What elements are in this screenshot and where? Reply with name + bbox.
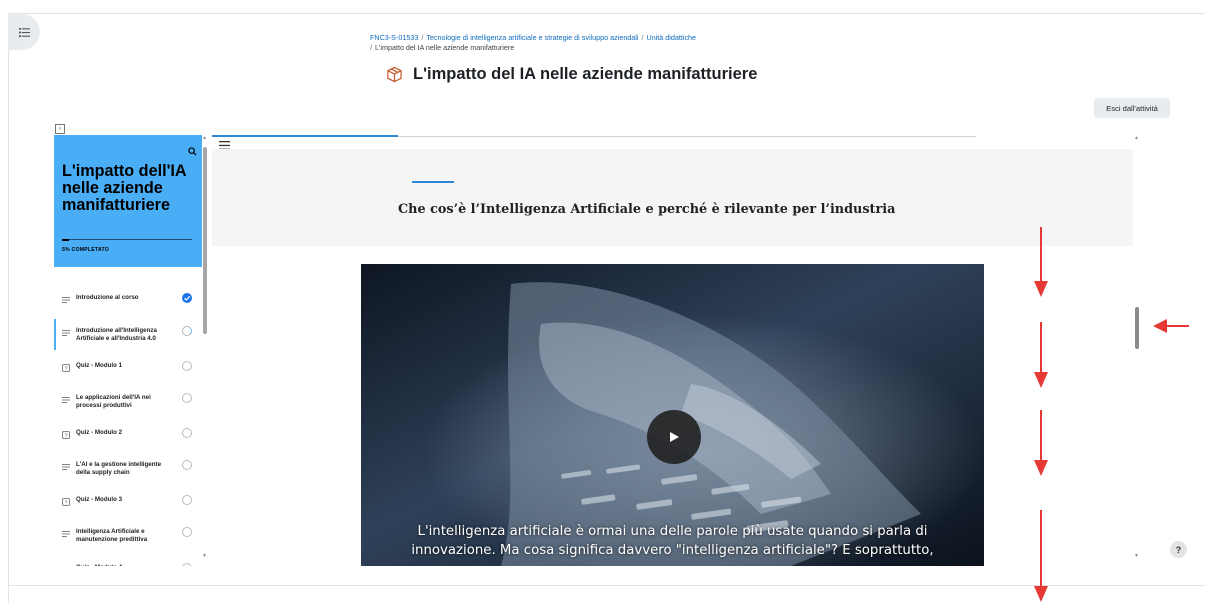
progress-bar (62, 238, 192, 241)
sidebar-item-label: Le applicazioni dell'IA nei processi pro… (76, 394, 151, 409)
annotation-arrow-down-icon (1034, 510, 1048, 602)
breadcrumb: FNC3-S-01533/Tecnologie di intelligenza … (370, 33, 697, 52)
scroll-up-arrow-icon[interactable]: ▲ (1134, 135, 1139, 141)
not-started-status-icon (182, 495, 192, 505)
sidebar-title: L'impatto dell'IA nelle aziende manifatt… (62, 162, 187, 214)
sidebar-item-quiz[interactable]: ? Quiz - Modulo 2 (54, 427, 202, 447)
frame-left-border (8, 13, 9, 603)
help-button[interactable]: ? (1170, 541, 1187, 558)
sidebar-item-label: Intelligenza Artificiale e manutenzione … (76, 528, 148, 543)
svg-text:?: ? (64, 366, 67, 372)
breadcrumb-course-code[interactable]: FNC3-S-01533 (370, 33, 418, 42)
sidebar-item-label: Introduzione all'Intelligenza Artificial… (76, 327, 157, 342)
section-accent-line (412, 181, 454, 183)
sidebar-item-quiz[interactable]: ? Quiz - Modulo 1 (54, 360, 202, 380)
annotation-arrow-left-icon (1153, 319, 1189, 333)
sidebar-item-label: Quiz - Modulo 1 (76, 362, 123, 369)
sidebar-item-quiz[interactable]: ? Quiz - Modulo 3 (54, 494, 202, 514)
active-item-indicator (54, 319, 56, 350)
scroll-up-arrow-icon[interactable]: ▲ (202, 135, 207, 141)
video-caption: L'intelligenza artificiale è ormai una d… (411, 524, 934, 558)
in-progress-status-icon (182, 326, 192, 336)
completed-check-icon (182, 293, 192, 303)
lesson-page-icon (62, 464, 70, 470)
sidebar-item-label: L'AI e la gestione intelligente della su… (76, 461, 162, 476)
breadcrumb-course-name[interactable]: Tecnologie di intelligenza artificiale e… (426, 33, 638, 42)
lesson-page-icon (62, 397, 70, 403)
quiz-icon: ? (62, 431, 70, 439)
scroll-down-arrow-icon[interactable]: ▼ (202, 553, 207, 559)
section-header: Che cos’è l’Intelligenza Artificiale e p… (212, 149, 1133, 246)
course-index-toggle[interactable] (8, 14, 40, 50)
cube-package-icon (387, 66, 402, 83)
sidebar-scrollbar[interactable]: ▲ ▼ (202, 135, 209, 566)
sidebar-scrollbar-thumb[interactable] (203, 147, 207, 334)
not-started-status-icon (182, 428, 192, 438)
not-started-status-icon (182, 361, 192, 371)
sidebar-item-quiz[interactable]: ?Quiz - Modulo 4 (54, 562, 202, 566)
search-icon[interactable] (188, 147, 197, 156)
sidebar-item-lesson[interactable]: Introduzione all'Intelligenza Artificial… (54, 319, 202, 350)
page-title-text: L'impatto del IA nelle aziende manifattu… (413, 65, 758, 83)
svg-text:?: ? (64, 500, 67, 506)
sidebar-item-lesson[interactable]: Introduzione al corso (54, 292, 202, 312)
list-icon (18, 27, 30, 37)
exit-activity-button[interactable]: Esci dall'attività (1094, 98, 1170, 118)
sidebar-item-label: Quiz - Modulo 2 (76, 429, 123, 436)
frame-bottom-border (8, 585, 1205, 586)
annotation-arrow-down-icon (1034, 322, 1048, 388)
progress-label: 5% COMPLETATO (62, 247, 109, 253)
content-scrollbar[interactable]: ▲ ▼ (1133, 135, 1142, 566)
progress-bar-fill (62, 238, 69, 241)
lesson-page-icon (62, 330, 70, 336)
video-player[interactable]: L'intelligenza artificiale è ormai una d… (361, 264, 984, 566)
sidebar-item-label: Quiz - Modulo 4 (76, 564, 176, 566)
lesson-page-icon (62, 531, 70, 537)
not-started-status-icon (182, 460, 192, 470)
sidebar-item-lesson[interactable]: Intelligenza Artificiale e manutenzione … (54, 526, 202, 546)
sidebar-collapse-button[interactable]: › (55, 124, 65, 134)
scroll-down-arrow-icon[interactable]: ▼ (1134, 553, 1139, 559)
lesson-page-icon (62, 297, 70, 303)
section-title: Che cos’è l’Intelligenza Artificiale e p… (398, 202, 896, 217)
annotation-arrow-down-icon (1034, 410, 1048, 476)
svg-text:?: ? (64, 433, 67, 439)
play-button[interactable] (647, 410, 701, 464)
frame-top-border (8, 13, 1205, 14)
page-title: L'impatto del IA nelle aziende manifattu… (386, 65, 757, 84)
sidebar-item-label: Introduzione al corso (76, 294, 139, 301)
lesson-list: Introduzione al corso Introduzione all'In… (54, 268, 202, 566)
breadcrumb-section[interactable]: Unità didattiche (647, 33, 697, 42)
sidebar-item-label: Quiz - Modulo 3 (76, 496, 123, 503)
content-scrollbar-thumb[interactable] (1135, 307, 1139, 349)
sidebar-item-lesson[interactable]: L'AI e la gestione intelligente della su… (54, 459, 202, 479)
quiz-icon: ? (62, 364, 70, 372)
not-started-status-icon (182, 563, 192, 566)
not-started-status-icon (182, 393, 192, 403)
quiz-icon: ? (62, 498, 70, 506)
sidebar-header: L'impatto dell'IA nelle aziende manifatt… (54, 135, 202, 267)
sidebar-item-lesson[interactable]: Le applicazioni dell'IA nei processi pro… (54, 392, 202, 412)
content-tab-active-indicator (212, 135, 398, 137)
play-icon (670, 432, 679, 442)
chevron-right-icon: › (59, 126, 61, 132)
not-started-status-icon (182, 527, 192, 537)
breadcrumb-current: L'impatto del IA nelle aziende manifattu… (375, 43, 515, 52)
annotation-arrow-down-icon (1034, 227, 1048, 297)
